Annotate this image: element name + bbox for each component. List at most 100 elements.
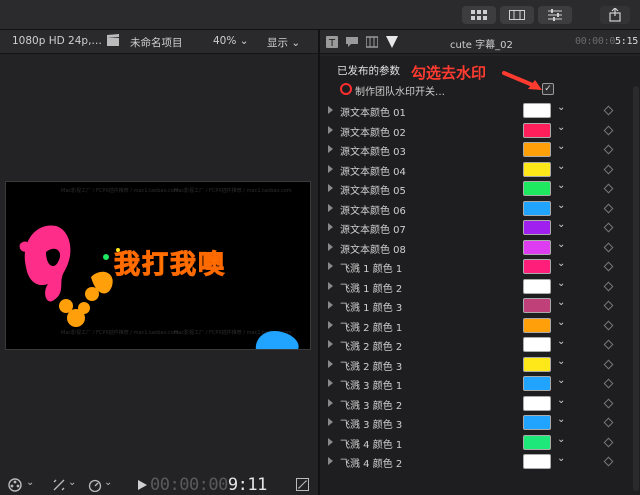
chevron-down-icon[interactable]: ⌄: [557, 317, 565, 328]
disclosure-triangle-icon[interactable]: [328, 262, 333, 270]
video-canvas[interactable]: Mac影视工厂 / FCPX插件推荐 / mac1.taobao.com Mac…: [5, 181, 311, 350]
chevron-down-icon[interactable]: ⌄: [557, 180, 565, 191]
scrollbar[interactable]: [633, 86, 639, 491]
color-swatch[interactable]: [523, 200, 551, 216]
play-icon[interactable]: [138, 480, 147, 490]
param-label: 源文本颜色 02: [340, 127, 406, 139]
chevron-down-icon[interactable]: ⌄: [557, 297, 565, 308]
color-swatch[interactable]: [523, 161, 551, 177]
filmstrip-view-button[interactable]: [500, 6, 534, 24]
chevron-down-icon[interactable]: ⌄: [557, 356, 565, 367]
color-swatch[interactable]: [523, 239, 551, 255]
disclosure-triangle-icon[interactable]: [328, 164, 333, 173]
chevron-down-icon[interactable]: ⌄: [557, 141, 565, 152]
disclosure-triangle-icon[interactable]: [328, 203, 333, 212]
chevron-down-icon[interactable]: ⌄: [557, 200, 565, 211]
disclosure-triangle-icon[interactable]: [328, 281, 333, 290]
disclosure-triangle-icon[interactable]: [328, 184, 333, 192]
disclosure-triangle-icon[interactable]: [328, 359, 333, 368]
keyframe-diamond-icon[interactable]: [603, 456, 614, 467]
disclosure-triangle-icon[interactable]: [328, 457, 333, 465]
disclosure-triangle-icon[interactable]: [328, 437, 333, 446]
chevron-down-icon[interactable]: ⌄: [26, 477, 34, 488]
zoom-dropdown[interactable]: 40% ⌄: [213, 35, 249, 47]
chevron-down-icon[interactable]: ⌄: [557, 102, 565, 113]
disclosure-triangle-icon[interactable]: [328, 320, 333, 329]
chevron-down-icon[interactable]: ⌄: [557, 414, 565, 425]
disclosure-triangle-icon[interactable]: [328, 106, 333, 114]
inspector-toggle-button[interactable]: [538, 6, 572, 24]
color-swatch[interactable]: [523, 434, 551, 450]
title-tab-icon[interactable]: [346, 36, 358, 48]
display-dropdown[interactable]: 显示 ⌄: [267, 35, 300, 50]
grid-view-button[interactable]: [462, 6, 496, 24]
watermark-checkbox[interactable]: ✓: [542, 83, 554, 95]
keyframe-diamond-icon[interactable]: [603, 125, 614, 135]
chevron-down-icon[interactable]: ⌄: [557, 219, 565, 230]
color-swatch[interactable]: [523, 103, 551, 118]
chevron-down-icon[interactable]: ⌄: [557, 395, 565, 406]
color-swatch[interactable]: [523, 278, 551, 294]
keyframe-diamond-icon[interactable]: [603, 105, 614, 116]
chevron-down-icon[interactable]: ⌄: [104, 477, 112, 488]
keyframe-diamond-icon[interactable]: [603, 300, 614, 311]
chevron-down-icon[interactable]: ⌄: [557, 453, 565, 464]
color-swatch[interactable]: [523, 376, 551, 391]
color-swatch[interactable]: [523, 142, 551, 157]
keyframe-diamond-icon[interactable]: [603, 378, 614, 389]
keyframe-diamond-icon[interactable]: [603, 359, 614, 369]
param-label: 飞溅 3 颜色 1: [340, 381, 403, 392]
keyframe-diamond-icon[interactable]: [603, 398, 614, 408]
disclosure-triangle-icon[interactable]: [328, 379, 333, 387]
disclosure-triangle-icon[interactable]: [328, 398, 333, 407]
keyframe-diamond-icon[interactable]: [603, 164, 614, 174]
color-swatch[interactable]: [523, 298, 551, 313]
disclosure-triangle-icon[interactable]: [328, 125, 333, 134]
chevron-down-icon[interactable]: ⌄: [557, 161, 565, 172]
chevron-down-icon[interactable]: ⌄: [557, 278, 565, 289]
transform-icon[interactable]: [52, 478, 66, 492]
generator-tab-icon[interactable]: [386, 36, 398, 48]
disclosure-triangle-icon[interactable]: [328, 223, 333, 231]
speed-icon[interactable]: [88, 478, 102, 492]
keyframe-diamond-icon[interactable]: [603, 339, 614, 350]
keyframe-diamond-icon[interactable]: [603, 261, 614, 272]
disclosure-triangle-icon[interactable]: [328, 418, 333, 426]
keyframe-diamond-icon[interactable]: [603, 320, 614, 330]
chevron-down-icon[interactable]: ⌄: [557, 375, 565, 386]
keyframe-diamond-icon[interactable]: [603, 437, 614, 447]
keyframe-diamond-icon[interactable]: [603, 417, 614, 428]
keyframe-diamond-icon[interactable]: [603, 203, 614, 213]
color-swatch[interactable]: [523, 220, 551, 235]
keyframe-diamond-icon[interactable]: [603, 222, 614, 233]
color-swatch[interactable]: [523, 454, 551, 469]
chevron-down-icon[interactable]: ⌄: [557, 258, 565, 269]
disclosure-triangle-icon[interactable]: [328, 301, 333, 309]
disclosure-triangle-icon[interactable]: [328, 145, 333, 153]
color-swatch[interactable]: [523, 122, 551, 138]
keyframe-diamond-icon[interactable]: [603, 242, 614, 252]
disclosure-triangle-icon[interactable]: [328, 340, 333, 348]
format-label[interactable]: 1080p HD 24p,…: [12, 35, 102, 47]
share-button[interactable]: [600, 6, 630, 24]
keyframe-diamond-icon[interactable]: [603, 144, 614, 155]
color-swatch[interactable]: [523, 259, 551, 274]
keyframe-diamond-icon[interactable]: [603, 281, 614, 291]
chevron-down-icon[interactable]: ⌄: [557, 336, 565, 347]
color-swatch[interactable]: [523, 356, 551, 372]
disclosure-triangle-icon[interactable]: [328, 242, 333, 251]
video-tab-icon[interactable]: [366, 36, 378, 48]
chevron-down-icon[interactable]: ⌄: [557, 122, 565, 133]
color-swatch[interactable]: [523, 181, 551, 196]
color-swatch[interactable]: [523, 337, 551, 352]
color-swatch[interactable]: [523, 317, 551, 333]
film-reel-icon[interactable]: [8, 478, 22, 492]
fullscreen-icon[interactable]: [296, 478, 309, 491]
color-swatch[interactable]: [523, 415, 551, 430]
text-tab-icon[interactable]: T: [326, 36, 338, 48]
chevron-down-icon[interactable]: ⌄: [68, 477, 76, 488]
chevron-down-icon[interactable]: ⌄: [557, 239, 565, 250]
chevron-down-icon[interactable]: ⌄: [557, 434, 565, 445]
keyframe-diamond-icon[interactable]: [603, 183, 614, 194]
color-swatch[interactable]: [523, 395, 551, 411]
